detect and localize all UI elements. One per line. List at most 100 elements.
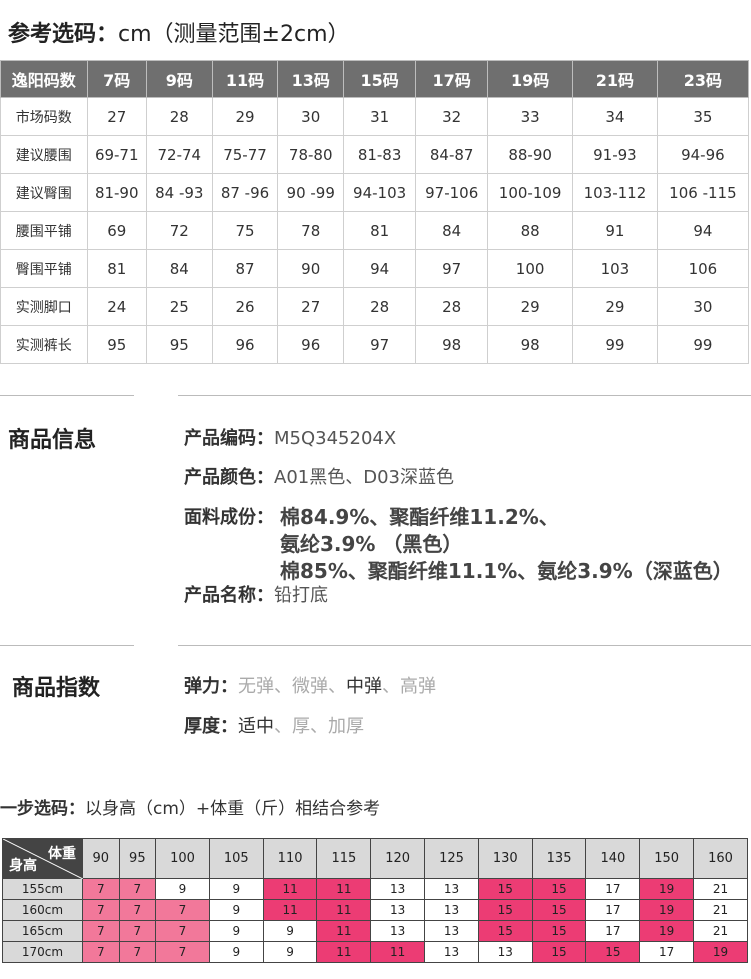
size-suggestion-cell: 15 [477, 920, 533, 942]
size-col-header: 15码 [343, 60, 417, 98]
size-suggestion-cell: 11 [316, 941, 372, 963]
size-table-row: 建议臀围 81-90 84 -93 87 -96 90 -99 94-103 97-106 1… [0, 173, 750, 212]
size-cell: 103 [572, 249, 658, 288]
fabric-line-1: 棉84.9%、聚酯纤维11.2%、 [280, 505, 559, 529]
product-color-row: 产品颜色：A01黑色、D03深蓝色 [184, 463, 454, 489]
size-suggestion-cell: 15 [477, 899, 533, 921]
size-suggestion-cell: 9 [155, 878, 210, 900]
weight-table-row: 160cm 7 7 7 9 11 11 13 13 15 15 17 19 21 [2, 899, 748, 921]
size-cell: 29 [572, 287, 658, 326]
weight-height-table: 体重 身高 90 95 100 105 110 115 120 125 130 135 140 150… [2, 838, 748, 963]
weight-col-header: 105 [208, 838, 264, 879]
weight-table-row: 165cm 7 7 7 9 9 11 13 13 15 15 17 19 21 [2, 920, 748, 942]
index-option: 无弹 [238, 676, 274, 697]
size-cell: 35 [656, 97, 750, 136]
elasticity-row: 弹力：无弹、微弹、中弹、高弹 [184, 672, 436, 698]
size-cell: 69 [86, 211, 147, 250]
index-option: 适中 [238, 716, 274, 737]
option-separator: 、 [328, 676, 346, 697]
size-suggestion-cell: 21 [693, 899, 748, 921]
product-index-title: 商品指数 [12, 676, 101, 701]
size-row-label: 实测裤长 [0, 325, 88, 364]
size-cell: 84 [415, 211, 489, 250]
size-suggestion-cell: 21 [693, 920, 748, 942]
size-suggestion-cell: 11 [370, 941, 426, 963]
size-cell: 29 [211, 97, 279, 136]
size-cell: 97 [343, 325, 417, 364]
size-cell: 27 [86, 97, 147, 136]
size-row-label: 实测脚口 [0, 287, 88, 326]
elasticity-options: 无弹、微弹、中弹、高弹 [238, 676, 436, 697]
size-suggestion-cell: 15 [585, 941, 641, 963]
weight-table-row: 170cm 7 7 7 9 9 11 11 13 13 15 15 17 19 [2, 941, 748, 963]
size-suggestion-cell: 7 [118, 941, 157, 963]
size-cell: 106 [656, 249, 750, 288]
step-text: 以身高（cm）+体重（斤）相结合参考 [85, 799, 381, 819]
elasticity-label: 弹力： [184, 676, 238, 697]
size-cell: 97-106 [415, 173, 489, 212]
size-cell: 95 [145, 325, 213, 364]
size-suggestion-cell: 13 [370, 920, 426, 942]
weight-col-header: 90 [82, 838, 120, 879]
weight-col-header: 120 [370, 838, 426, 879]
size-suggestion-cell: 9 [208, 878, 264, 900]
size-table-header: 逸阳码数 7码 9码 11码 13码 15码 17码 19码 21码 23码 [0, 60, 750, 98]
size-suggestion-cell: 17 [585, 899, 641, 921]
size-table-row: 建议腰围 69-71 72-74 75-77 78-80 81-83 84-87 88-90 9… [0, 135, 750, 174]
size-cell: 27 [277, 287, 345, 326]
size-cell: 78-80 [277, 135, 345, 174]
size-cell: 106 -115 [656, 173, 750, 212]
product-code-value: M5Q345204X [274, 428, 397, 449]
size-cell: 96 [277, 325, 345, 364]
size-cell: 81 [343, 211, 417, 250]
size-cell: 88-90 [487, 135, 574, 174]
size-cell: 72-74 [145, 135, 213, 174]
size-cell: 87 [211, 249, 279, 288]
size-suggestion-cell: 15 [531, 941, 587, 963]
step-title: 一步选码：以身高（cm）+体重（斤）相结合参考 [0, 794, 380, 819]
weight-table-header: 体重 身高 90 95 100 105 110 115 120 125 130 135 140 150… [2, 838, 748, 879]
size-suggestion-cell: 13 [477, 941, 533, 963]
index-option: 中弹 [346, 676, 382, 697]
size-suggestion-cell: 13 [370, 899, 426, 921]
size-cell: 96 [211, 325, 279, 364]
fabric-line-3: 棉85%、聚酯纤维11.1%、氨纶3.9%（深蓝色） [280, 559, 733, 583]
size-cell: 84 -93 [145, 173, 213, 212]
weight-col-header: 150 [639, 838, 695, 879]
size-suggestion-cell: 7 [118, 878, 157, 900]
index-option: 高弹 [400, 676, 436, 697]
product-code-row: 产品编码：M5Q345204X [184, 424, 396, 450]
size-cell: 84-87 [415, 135, 489, 174]
size-cell: 78 [277, 211, 345, 250]
size-suggestion-cell: 7 [82, 878, 120, 900]
size-reference-label: 参考选码： [8, 22, 119, 47]
thickness-options: 适中、厚、加厚 [238, 716, 364, 737]
size-cell: 81 [86, 249, 147, 288]
size-cell: 98 [415, 325, 489, 364]
size-suggestion-cell: 7 [155, 920, 210, 942]
weight-col-header: 100 [155, 838, 210, 879]
thickness-label: 厚度： [184, 716, 238, 737]
size-suggestion-cell: 7 [155, 941, 210, 963]
size-row-label: 臀围平铺 [0, 249, 88, 288]
size-suggestion-cell: 13 [424, 941, 479, 963]
size-suggestion-cell: 7 [82, 941, 120, 963]
size-table: 逸阳码数 7码 9码 11码 13码 15码 17码 19码 21码 23码 市场码数 27 28 29… [0, 60, 750, 364]
weight-col-header: 135 [531, 838, 587, 879]
product-color-label: 产品颜色： [184, 467, 274, 488]
size-suggestion-cell: 19 [639, 920, 695, 942]
size-col-header: 21码 [572, 60, 658, 98]
weight-col-header: 110 [262, 838, 318, 879]
size-suggestion-cell: 11 [316, 899, 372, 921]
size-cell: 84 [145, 249, 213, 288]
height-row-label: 165cm [2, 920, 83, 942]
size-suggestion-cell: 11 [262, 899, 318, 921]
size-cell: 100 [487, 249, 574, 288]
size-cell: 31 [343, 97, 417, 136]
size-cell: 28 [343, 287, 417, 326]
product-name-value: 铅打底 [274, 585, 328, 606]
size-col-header: 7码 [86, 60, 147, 98]
size-cell: 24 [86, 287, 147, 326]
size-suggestion-cell: 7 [82, 920, 120, 942]
size-cell: 95 [86, 325, 147, 364]
